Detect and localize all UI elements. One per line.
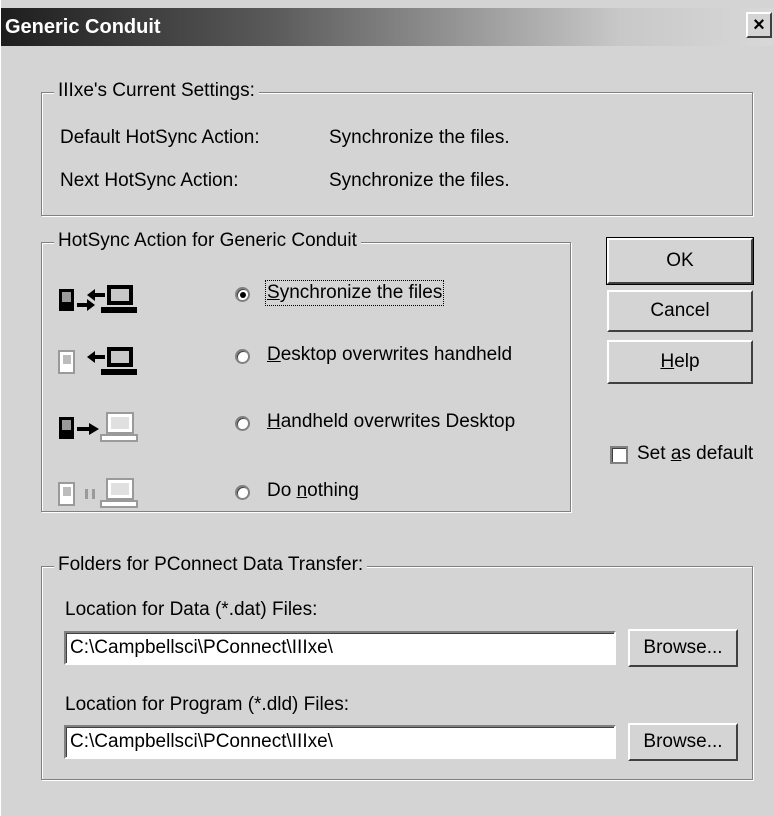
next-action-value: Synchronize the files. bbox=[329, 170, 510, 191]
browse-program-button-label: Browse... bbox=[643, 731, 723, 752]
next-action-label: Next HotSync Action: bbox=[60, 170, 239, 191]
data-location-input[interactable] bbox=[64, 631, 616, 665]
desktop-overwrites-radio[interactable] bbox=[235, 349, 250, 364]
do-nothing-radio[interactable] bbox=[235, 485, 250, 500]
help-button-label: Help bbox=[660, 351, 700, 372]
hotsync-action-group: HotSync Action for Generic Conduit Synch… bbox=[41, 230, 571, 512]
desktop-overwrites-option-label[interactable]: Desktop overwrites handheld bbox=[267, 344, 512, 366]
default-action-label: Default HotSync Action: bbox=[60, 127, 260, 148]
do-nothing-option-label[interactable]: Do nothing bbox=[267, 480, 359, 502]
close-button[interactable]: × bbox=[746, 12, 772, 38]
ok-button-label: OK bbox=[666, 250, 694, 271]
generic-conduit-dialog: Generic Conduit × IIIxe's Current Settin… bbox=[0, 0, 773, 816]
ok-button[interactable]: OK bbox=[606, 237, 754, 285]
title-bar: Generic Conduit × bbox=[1, 8, 773, 46]
folders-legend: Folders for PConnect Data Transfer: bbox=[54, 554, 368, 576]
synchronize-radio[interactable] bbox=[235, 287, 250, 302]
current-settings-group: IIIxe's Current Settings: Default HotSyn… bbox=[41, 80, 753, 216]
browse-data-button[interactable]: Browse... bbox=[628, 629, 738, 667]
folders-group: Folders for PConnect Data Transfer: Loca… bbox=[41, 554, 753, 780]
current-settings-legend: IIIxe's Current Settings: bbox=[54, 80, 259, 102]
do-nothing-icon bbox=[58, 478, 138, 508]
close-icon: × bbox=[753, 14, 765, 36]
set-as-default-label[interactable]: Set as default bbox=[637, 443, 753, 465]
synchronize-option-label[interactable]: Synchronize the files bbox=[264, 280, 445, 306]
program-location-label: Location for Program (*.dld) Files: bbox=[65, 694, 350, 715]
radio-selected-dot bbox=[240, 292, 246, 298]
handheld-overwrites-radio[interactable] bbox=[235, 416, 250, 431]
hotsync-action-legend: HotSync Action for Generic Conduit bbox=[54, 230, 361, 252]
window-title: Generic Conduit bbox=[5, 16, 161, 38]
cancel-button[interactable]: Cancel bbox=[607, 290, 753, 332]
sync-both-icon bbox=[59, 285, 137, 313]
help-button[interactable]: Help bbox=[607, 340, 753, 384]
set-as-default-checkbox[interactable] bbox=[610, 446, 628, 464]
default-action-value: Synchronize the files. bbox=[329, 127, 510, 148]
handheld-to-desktop-icon bbox=[59, 412, 138, 442]
desktop-to-handheld-icon bbox=[58, 347, 137, 375]
browse-data-button-label: Browse... bbox=[643, 637, 723, 658]
handheld-overwrites-option-label[interactable]: Handheld overwrites Desktop bbox=[267, 411, 515, 433]
cancel-button-label: Cancel bbox=[650, 300, 710, 321]
data-location-label: Location for Data (*.dat) Files: bbox=[65, 599, 318, 620]
program-location-input[interactable] bbox=[64, 725, 616, 759]
browse-program-button[interactable]: Browse... bbox=[628, 723, 738, 761]
